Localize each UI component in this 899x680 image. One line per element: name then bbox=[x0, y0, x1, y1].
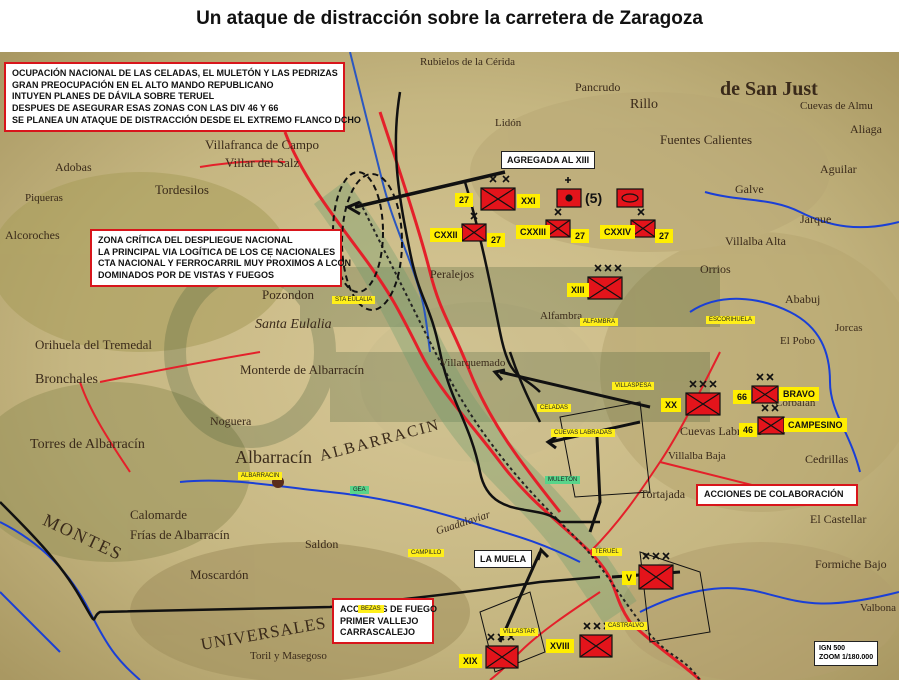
fire-line: PRIMER VALLEJO bbox=[340, 615, 419, 626]
scale-box: IGN 500 ZOOM 1/180.000 bbox=[814, 641, 879, 666]
zone-line: CTA NACIONAL Y FERROCARRIL MUY PROXIMOS … bbox=[98, 258, 352, 269]
unit-label-5: (5) bbox=[585, 190, 603, 206]
place-campillo: CAMPILLO bbox=[408, 549, 445, 557]
place-muleton: MULETON bbox=[545, 476, 581, 484]
la-muela-label: LA MUELA bbox=[474, 550, 533, 568]
unit-label-xix: XIX bbox=[459, 654, 482, 668]
map-text-rubielos: Rubielos de la Cérida bbox=[420, 56, 516, 68]
map-text-aguilar: Aguilar bbox=[820, 162, 857, 176]
map-text-jarque: Jarque bbox=[800, 212, 832, 226]
map-text-sanjust: de San Just bbox=[720, 78, 818, 100]
info-line: SE PLANEA UN ATAQUE DE DISTRACCIÓN DESDE… bbox=[12, 114, 361, 125]
map-text-toril: Toril y Masegoso bbox=[250, 650, 327, 662]
map-text-noguera: Noguera bbox=[210, 414, 252, 428]
place-villastar: VILLASTAR bbox=[500, 628, 538, 636]
map-text-villar-salz: Villar del Salz bbox=[225, 155, 300, 170]
map-text-valbona: Valbona bbox=[860, 602, 897, 614]
map-text-moscardon: Moscardón bbox=[190, 567, 249, 582]
map-text-aliaga: Aliaga bbox=[850, 122, 882, 136]
place-sta-eulalia: STA EULALIA bbox=[332, 296, 376, 304]
map-text-bronchales: Bronchales bbox=[35, 372, 98, 387]
map-text-monterde: Monterde de Albarracín bbox=[240, 362, 365, 377]
map-area[interactable]: Rubielos de la Cérida Pancrudo Rillo Lid… bbox=[0, 52, 899, 680]
map-text-saldon: Saldon bbox=[305, 537, 339, 551]
map-text-cuevas-almude: Cuevas de Almu bbox=[800, 100, 873, 112]
collaboration-box: ACCIONES DE COLABORACIÓN bbox=[696, 484, 858, 506]
map-text-rillo: Rillo bbox=[630, 97, 659, 112]
unit-label-xviii: XVIII bbox=[546, 639, 574, 653]
map-text-santa-eulalia: Santa Eulalia bbox=[255, 317, 332, 332]
map-text-albarracin-big: Albarracín bbox=[235, 447, 312, 467]
unit-label-cxxiii: CXXIII bbox=[516, 225, 551, 239]
map-text-frias: Frías de Albarracín bbox=[130, 527, 230, 542]
map-text-el-castellar: El Castellar bbox=[810, 512, 867, 526]
map-text-orihuela: Orihuela del Tremedal bbox=[35, 337, 152, 352]
unit-label-cxxiv: CXXIV bbox=[600, 225, 636, 239]
map-text-torres: Torres de Albarracín bbox=[30, 437, 145, 452]
place-bezas: BEZAS bbox=[358, 605, 384, 613]
map-text-galve: Galve bbox=[735, 182, 764, 196]
place-gea: GEA bbox=[350, 486, 369, 494]
place-alfambra: ALFAMBRA bbox=[580, 318, 619, 326]
place-albarracin: ALBARRACIN bbox=[238, 472, 283, 480]
map-text-tordesilos: Tordesilos bbox=[155, 182, 209, 197]
map-text-peralejos: Peralejos bbox=[430, 267, 474, 281]
unit-label-cxxii: CXXII bbox=[430, 228, 462, 242]
unit-label-66: 66 bbox=[733, 390, 752, 404]
unit-label-27: 27 bbox=[455, 193, 474, 207]
place-escorihuela: ESCORIHUELA bbox=[706, 316, 756, 324]
unit-label-46: 46 bbox=[739, 423, 758, 437]
place-villaspesa: VILLASPESA bbox=[612, 382, 655, 390]
critical-zone-box: ZONA CRÍTICA DEL DESPLIEGUE NACIONAL LA … bbox=[90, 229, 352, 287]
map-text-villafranca: Villafranca de Campo bbox=[205, 137, 320, 152]
place-teruel: TERUEL bbox=[592, 548, 622, 556]
unit-label-27b: 27 bbox=[487, 233, 506, 247]
scale-zoom: ZOOM 1/180.000 bbox=[819, 654, 874, 662]
map-text-jorcas: Jorcas bbox=[835, 322, 863, 334]
map-text-pozondon: Pozondon bbox=[262, 287, 314, 302]
unit-label-27c: 27 bbox=[571, 229, 590, 243]
map-text-formiche: Formiche Bajo bbox=[815, 557, 887, 571]
zone-line: ZONA CRÍTICA DEL DESPLIEGUE NACIONAL bbox=[98, 235, 293, 245]
unit-label-v: V bbox=[622, 571, 637, 585]
map-text-tortajada: Tortajada bbox=[640, 487, 686, 501]
page-title: Un ataque de distracción sobre la carret… bbox=[196, 8, 703, 29]
map-text-adobas: Adobas bbox=[55, 160, 92, 174]
place-cuevas-labradas: CUEVAS LABRADAS bbox=[551, 429, 615, 437]
collab-label: ACCIONES DE COLABORACIÓN bbox=[704, 489, 844, 499]
unit-label-27d: 27 bbox=[655, 229, 674, 243]
place-celadas: CELADAS bbox=[537, 404, 572, 412]
unit-label-xxi: XXI bbox=[517, 194, 540, 208]
map-text-calomarde: Calomarde bbox=[130, 507, 188, 522]
info-line: DESPUES DE ASEGURAR ESAS ZONAS CON LAS D… bbox=[12, 103, 279, 114]
info-line: OCUPACIÓN NACIONAL DE LAS CELADAS, EL MU… bbox=[12, 68, 338, 78]
map-text-fuentes-calientes: Fuentes Calientes bbox=[660, 132, 753, 147]
map-text-ababuj: Ababuj bbox=[785, 292, 821, 306]
zone-line: DOMINADOS POR DE VISTAS Y FUEGOS bbox=[98, 270, 275, 281]
map-text-lidon: Lidón bbox=[495, 117, 522, 129]
map-text-villarquemado: Villarquemado bbox=[440, 357, 506, 369]
info-line: GRAN PREOCUPACIÓN EN EL ALTO MANDO REPUB… bbox=[12, 79, 274, 90]
unit-label-campesino: CAMPESINO bbox=[784, 418, 847, 432]
fire-line: CARRASCALEJO bbox=[340, 627, 416, 638]
map-text-el-pobo: El Pobo bbox=[780, 335, 816, 347]
agregada-label: AGREGADA AL XIII bbox=[501, 151, 596, 169]
unit-label-xiii: XIII bbox=[567, 283, 589, 297]
place-castralvo: CASTRALVO bbox=[605, 622, 647, 630]
map-text-piqueras: Piqueras bbox=[25, 192, 63, 204]
unit-label-bravo: BRAVO bbox=[779, 387, 819, 401]
info-line: INTUYEN PLANES DE DÁVILA SOBRE TERUEL bbox=[12, 91, 215, 102]
map-text-pancrudo: Pancrudo bbox=[575, 80, 621, 94]
map-text-alcoroches: Alcoroches bbox=[5, 228, 60, 242]
map-text-cedrillas: Cedrillas bbox=[805, 452, 849, 466]
zone-line: LA PRINCIPAL VIA LOGÍTICA DE LOS CE̩ NAC… bbox=[98, 246, 336, 257]
map-text-villalba: Villalba Alta bbox=[725, 234, 786, 248]
scale-source: IGN 500 bbox=[819, 645, 846, 652]
map-text-villalba-baja: Villalba Baja bbox=[668, 450, 726, 462]
map-text-alfambra: Alfambra bbox=[540, 310, 583, 322]
info-box: OCUPACIÓN NACIONAL DE LAS CELADAS, EL MU… bbox=[4, 62, 361, 132]
unit-label-xx: XX bbox=[661, 398, 682, 412]
map-text-orrios: Orrios bbox=[700, 262, 731, 276]
